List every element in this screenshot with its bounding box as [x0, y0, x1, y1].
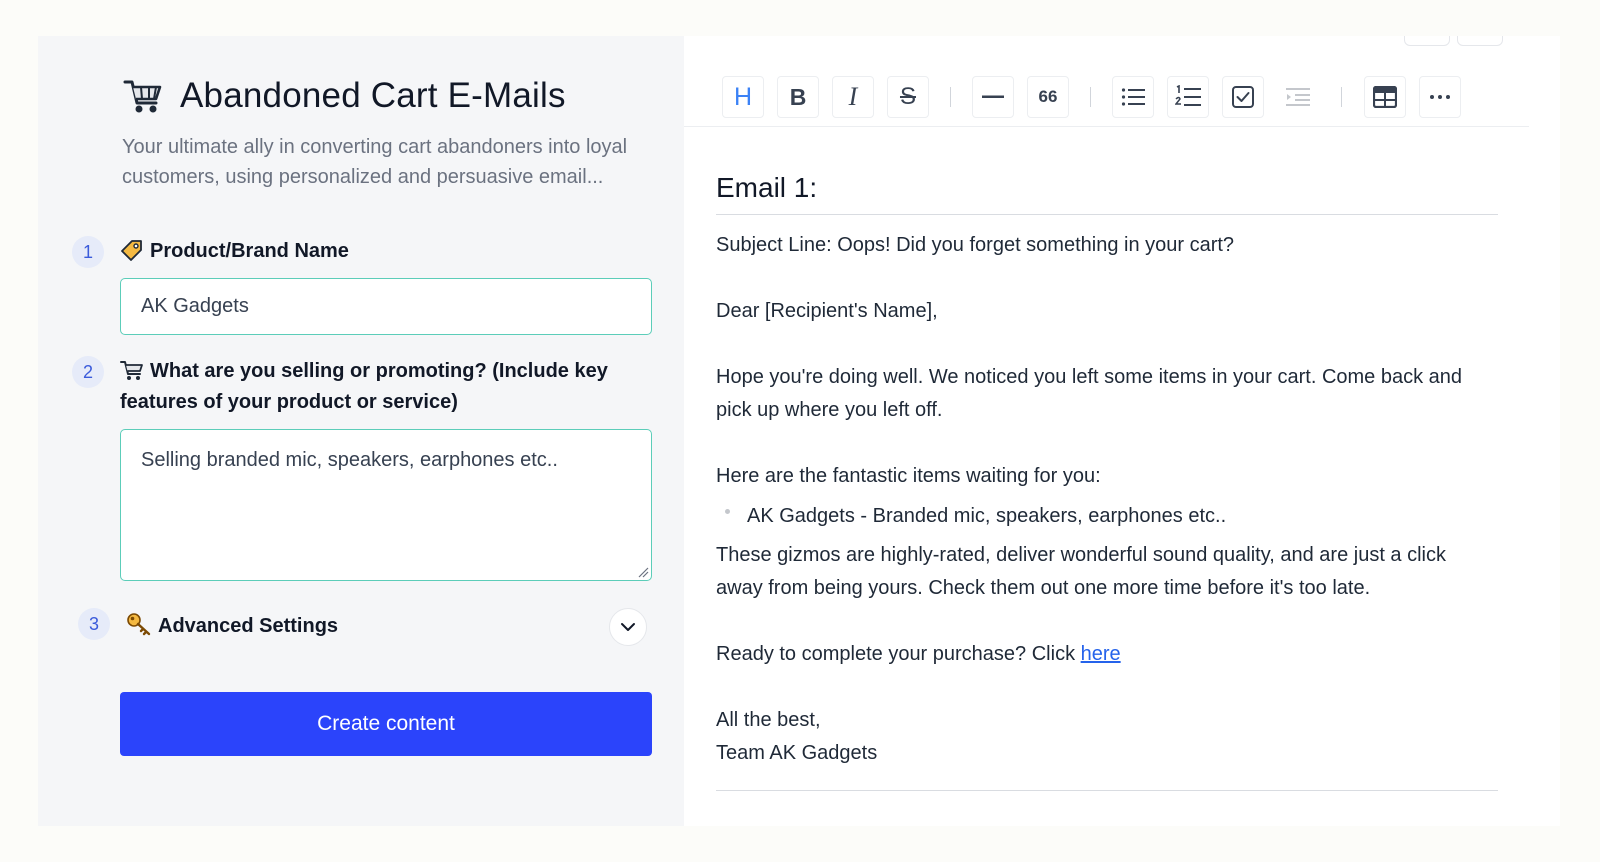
advanced-settings-toggle[interactable]: Advanced Settings: [126, 611, 566, 642]
step-3-badge: 3: [78, 608, 110, 640]
product-brand-name-input[interactable]: AK Gadgets: [120, 278, 652, 335]
step-1-label: Product/Brand Name: [120, 236, 660, 267]
toolbar-divider: [950, 87, 951, 107]
step-3-text: Advanced Settings: [158, 615, 339, 637]
table-icon: [1373, 86, 1397, 108]
table-button[interactable]: [1364, 76, 1406, 118]
title-row: Abandoned Cart E-Mails: [122, 76, 566, 116]
blockquote-button[interactable]: 66: [1027, 76, 1069, 118]
shopping-cart-icon: [120, 361, 143, 380]
intro-paragraph: Hope you're doing well. We noticed you l…: [716, 366, 1463, 421]
toolbar-divider: [1341, 87, 1342, 107]
items-list: AK Gadgets - Branded mic, speakers, earp…: [716, 493, 1498, 539]
step-1-badge: 1: [72, 236, 104, 268]
toolbar-divider: [1090, 87, 1091, 107]
cta-link[interactable]: here: [1081, 643, 1121, 665]
bullet-list-icon: [1121, 88, 1145, 106]
divider: [716, 790, 1498, 791]
italic-icon: I: [848, 82, 858, 111]
cta-text: Ready to complete your purchase? Click: [716, 643, 1081, 665]
email-document[interactable]: Email 1: Subject Line: Oops! Did you for…: [716, 126, 1498, 791]
email-heading: Email 1:: [716, 170, 1498, 215]
task-list-button[interactable]: [1222, 76, 1264, 118]
signoff-line: All the best,: [716, 709, 821, 731]
body-paragraph: These gizmos are highly-rated, deliver w…: [716, 544, 1446, 599]
italic-button[interactable]: I: [832, 76, 874, 118]
chevron-down-icon: [621, 623, 635, 631]
bold-icon: B: [789, 83, 807, 110]
app-frame: Abandoned Cart E-Mails Your ultimate all…: [38, 36, 1560, 826]
page-subtitle: Your ultimate ally in converting cart ab…: [122, 136, 628, 188]
shopping-cart-icon: [123, 80, 162, 113]
more-options-button[interactable]: [1419, 76, 1461, 118]
create-content-button[interactable]: Create content: [120, 692, 652, 756]
form-panel: Abandoned Cart E-Mails Your ultimate all…: [38, 36, 698, 826]
indent-icon: [1286, 88, 1310, 106]
ordered-list-icon: [1175, 85, 1201, 106]
list-item: AK Gadgets - Branded mic, speakers, earp…: [716, 493, 1498, 539]
strikethrough-icon: S: [899, 83, 916, 110]
step-1-text: Product/Brand Name: [150, 240, 349, 262]
horizontal-rule-button[interactable]: [972, 76, 1014, 118]
tag-icon: [121, 240, 142, 261]
editor-panel: H B I S 66 Email 1: Subject Line: Oops! …: [684, 36, 1560, 826]
heading-icon: H: [733, 82, 753, 111]
items-intro: Here are the fantastic items waiting for…: [716, 465, 1101, 487]
ordered-list-button[interactable]: [1167, 76, 1209, 118]
top-action-button[interactable]: [1404, 36, 1450, 46]
advanced-settings-expand-button[interactable]: [609, 608, 647, 646]
bold-button[interactable]: B: [777, 76, 819, 118]
strikethrough-button[interactable]: S: [887, 76, 929, 118]
step-2-label: What are you selling or promoting? (Incl…: [120, 356, 660, 418]
step-2-badge: 2: [72, 356, 104, 388]
bullet-list-button[interactable]: [1112, 76, 1154, 118]
page-title: Abandoned Cart E-Mails: [180, 76, 566, 115]
greeting-line: Dear [Recipient's Name],: [716, 300, 938, 322]
editor-toolbar: H B I S 66: [684, 66, 1529, 127]
horizontal-rule-icon: [982, 95, 1004, 98]
top-action-button[interactable]: [1457, 36, 1503, 46]
resize-handle-icon[interactable]: [637, 566, 649, 578]
step-2-text: What are you selling or promoting? (Incl…: [120, 360, 608, 413]
more-horizontal-icon: [1430, 95, 1450, 99]
cta-line: Ready to complete your purchase? Click h…: [716, 638, 1498, 671]
signature-line: Team AK Gadgets: [716, 742, 878, 764]
quote-icon: 66: [1038, 87, 1058, 106]
key-icon: [127, 613, 151, 636]
selling-description-textarea[interactable]: Selling branded mic, speakers, earphones…: [120, 429, 652, 581]
selling-description-value: Selling branded mic, speakers, earphones…: [141, 449, 558, 471]
checkbox-icon: [1232, 86, 1254, 108]
subject-line: Subject Line: Oops! Did you forget somet…: [716, 234, 1235, 256]
indent-button[interactable]: [1277, 76, 1319, 118]
heading-button[interactable]: H: [722, 76, 764, 118]
